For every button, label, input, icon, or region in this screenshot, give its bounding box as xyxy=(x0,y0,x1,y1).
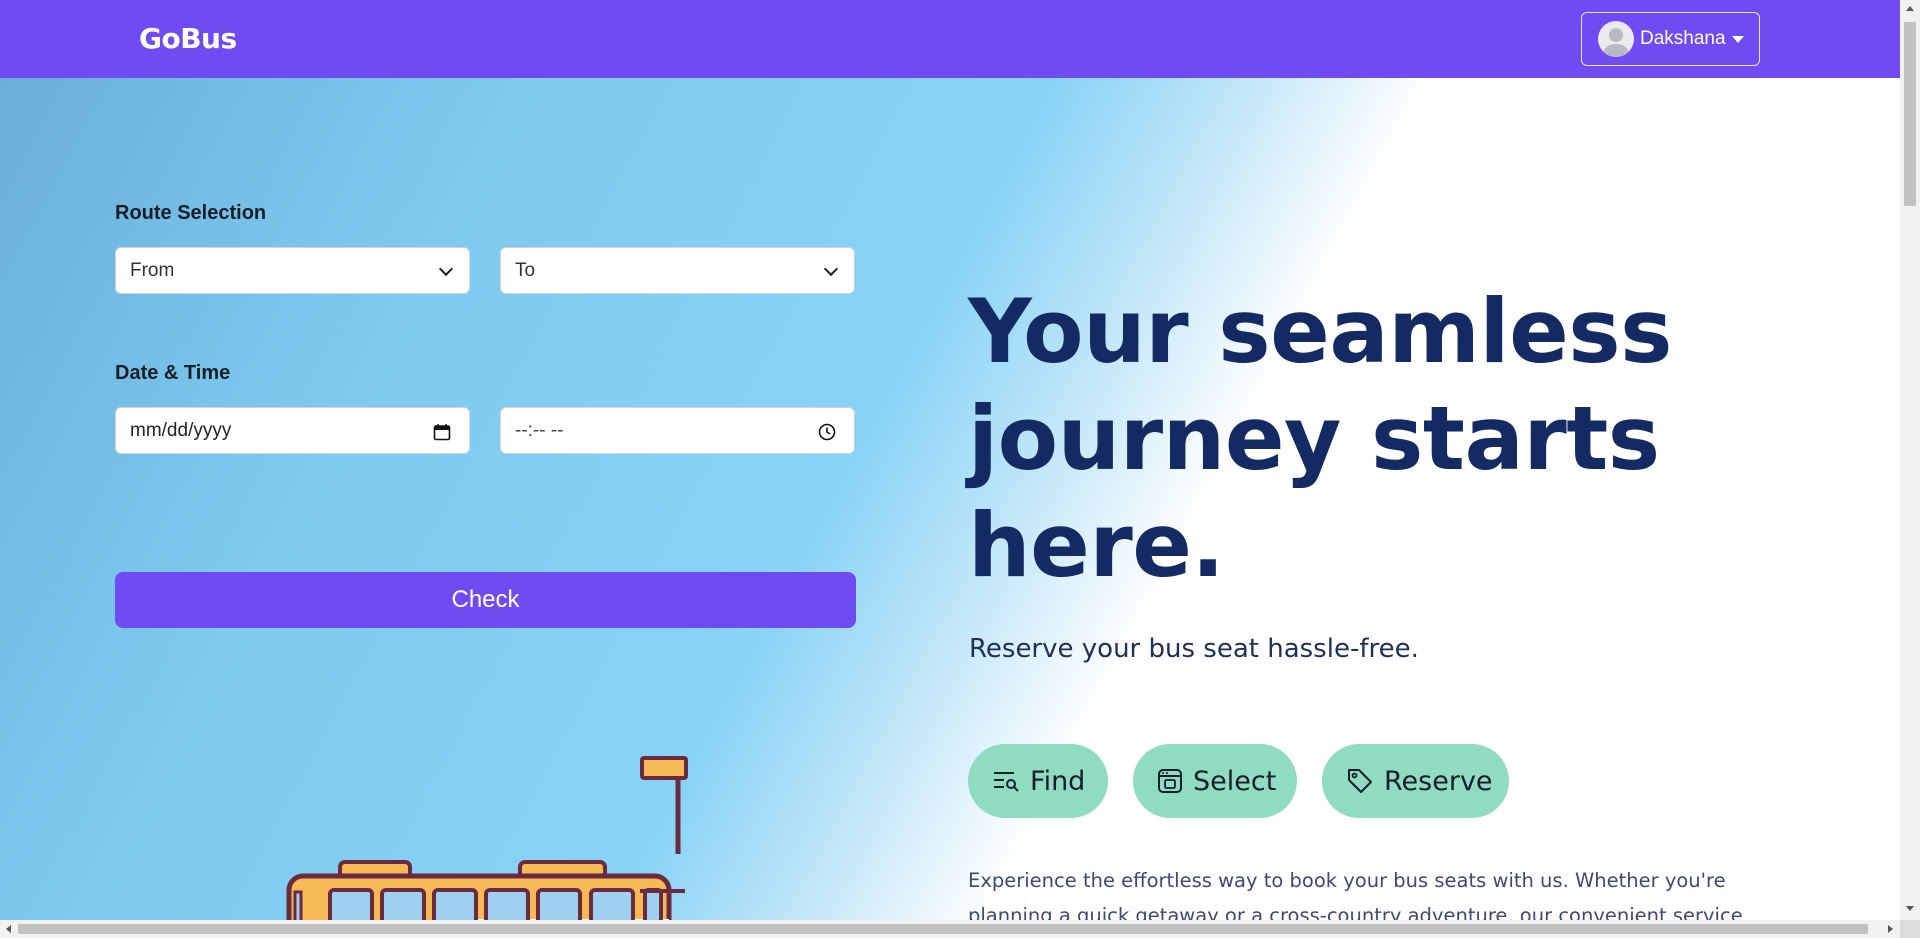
check-button[interactable]: Check xyxy=(115,572,856,628)
hero-subheadline: Reserve your bus seat hassle-free. xyxy=(969,634,1419,664)
bus-illustration xyxy=(286,756,688,920)
scroll-corner xyxy=(1900,920,1920,938)
horizontal-scrollbar[interactable] xyxy=(0,920,1900,938)
navbar: GoBus Dakshana xyxy=(0,0,1900,78)
find-step-button[interactable]: Find xyxy=(968,744,1108,818)
tag-icon xyxy=(1348,769,1372,793)
user-menu-button[interactable]: Dakshana xyxy=(1581,12,1760,66)
scroll-down-icon[interactable] xyxy=(1906,906,1914,911)
hero-description: Experience the effortless way to book yo… xyxy=(968,869,1743,920)
select-label: Select xyxy=(1193,765,1277,797)
scroll-left-icon[interactable] xyxy=(6,925,11,933)
from-select[interactable]: From xyxy=(115,247,470,294)
route-selection-label: Route Selection xyxy=(115,202,267,224)
chevron-down-icon xyxy=(823,261,839,277)
to-select-value: To xyxy=(515,259,536,281)
vertical-scroll-thumb[interactable] xyxy=(1904,22,1916,206)
time-input-placeholder: --:-- -- xyxy=(515,419,564,441)
caret-down-icon xyxy=(1731,35,1744,43)
horizontal-scroll-thumb[interactable] xyxy=(18,924,1868,934)
search-list-icon xyxy=(994,772,1019,792)
calendar-icon[interactable] xyxy=(433,423,451,441)
select-step-button[interactable]: Select xyxy=(1133,744,1297,818)
from-select-value: From xyxy=(130,259,175,281)
reserve-step-button[interactable]: Reserve xyxy=(1322,744,1509,818)
date-input[interactable]: mm/dd/yyyy xyxy=(115,407,470,454)
scroll-up-icon[interactable] xyxy=(1906,6,1914,11)
date-input-placeholder: mm/dd/yyyy xyxy=(130,419,232,441)
avatar xyxy=(1598,21,1634,57)
chevron-down-icon xyxy=(438,261,454,277)
scroll-right-icon[interactable] xyxy=(1888,925,1893,933)
find-label: Find xyxy=(1030,765,1086,797)
vertical-scrollbar[interactable] xyxy=(1900,0,1920,920)
hero-section: Route Selection From To Date & Time mm/d… xyxy=(0,78,1900,920)
user-name: Dakshana xyxy=(1640,28,1726,49)
seat-window-icon xyxy=(1158,769,1182,793)
to-select[interactable]: To xyxy=(500,247,855,294)
date-time-label: Date & Time xyxy=(115,362,231,384)
reserve-label: Reserve xyxy=(1384,765,1493,797)
clock-icon[interactable] xyxy=(818,423,836,441)
hero-headline: Your seamless journey starts here. xyxy=(968,280,1673,597)
time-input[interactable]: --:-- -- xyxy=(500,407,855,454)
brand-logo[interactable]: GoBus xyxy=(139,22,237,55)
